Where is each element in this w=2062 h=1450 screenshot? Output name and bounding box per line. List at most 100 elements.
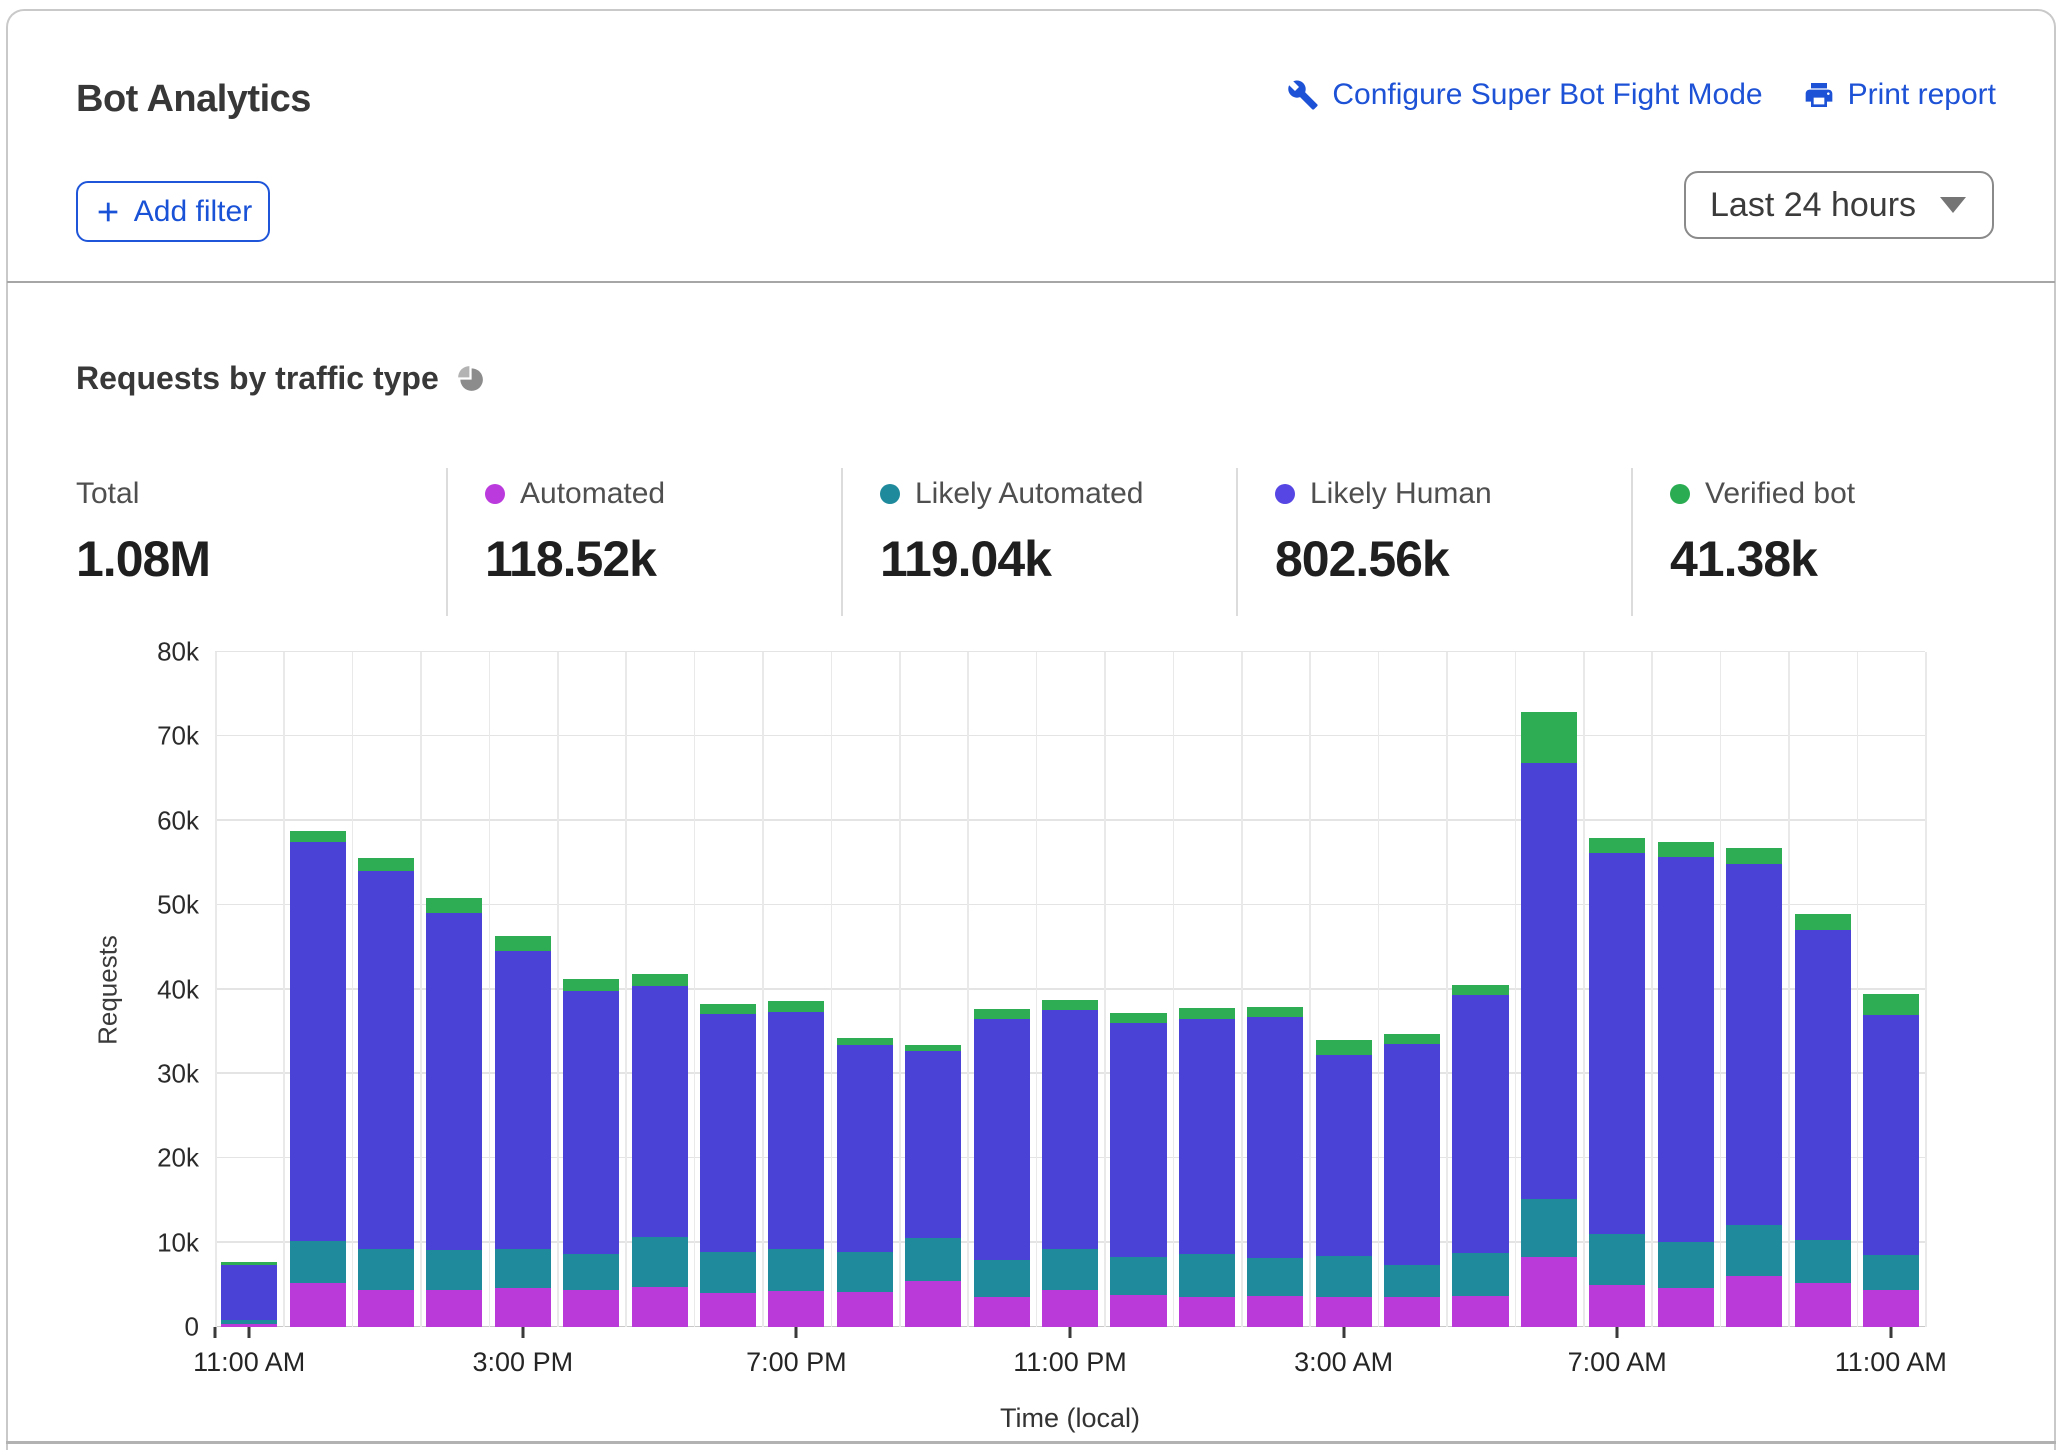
bar-segment-likely-human bbox=[837, 1045, 893, 1252]
bar-segment-likely-human bbox=[1316, 1055, 1372, 1256]
bar-segment-automated bbox=[221, 1324, 277, 1327]
bar-segment-likely-human bbox=[632, 986, 688, 1237]
stat-label: Total bbox=[76, 477, 139, 511]
bar-10-00-am-23 bbox=[1795, 914, 1851, 1327]
bar-5-00-pm-6 bbox=[632, 974, 688, 1327]
y-tick-label: 30k bbox=[157, 1058, 199, 1089]
bar-segment-likely-automated bbox=[905, 1238, 961, 1281]
stat-label: Automated bbox=[520, 477, 665, 511]
bar-segment-likely-automated bbox=[1110, 1257, 1166, 1295]
bar-segment-automated bbox=[358, 1290, 414, 1327]
bar-slot-11 bbox=[967, 652, 1035, 1327]
bar-segment-likely-automated bbox=[1658, 1242, 1714, 1288]
x-tick-label: 7:00 PM bbox=[746, 1347, 847, 1378]
stat-label-row: Likely Human bbox=[1275, 476, 1631, 512]
add-filter-button[interactable]: Add filter bbox=[76, 181, 270, 242]
time-range-dropdown[interactable]: Last 24 hours bbox=[1684, 171, 1994, 239]
bar-segment-verified-bot bbox=[1795, 914, 1851, 931]
bar-segment-likely-human bbox=[1726, 864, 1782, 1225]
stat-label-row: Total bbox=[76, 476, 446, 512]
bar-slot-18 bbox=[1446, 652, 1514, 1327]
stat-value: 41.38k bbox=[1670, 530, 2000, 588]
stat-total: Total1.08M bbox=[76, 468, 446, 616]
stat-label-row: Automated bbox=[485, 476, 841, 512]
bar-6-00-am-19 bbox=[1521, 712, 1577, 1327]
bar-3-00-pm-4 bbox=[495, 936, 551, 1328]
bar-segment-verified-bot bbox=[837, 1038, 893, 1046]
bar-segment-likely-automated bbox=[358, 1249, 414, 1290]
gridline-v bbox=[1925, 652, 1927, 1327]
bottom-divider bbox=[6, 1441, 2056, 1444]
bar-segment-automated bbox=[1589, 1285, 1645, 1327]
y-tick-label: 70k bbox=[157, 721, 199, 752]
printer-icon bbox=[1803, 79, 1835, 111]
bar-1-00-pm-2 bbox=[358, 858, 414, 1327]
bar-segment-automated bbox=[700, 1293, 756, 1327]
bar-2-00-pm-3 bbox=[426, 898, 482, 1327]
x-tick bbox=[1069, 1327, 1072, 1338]
legend-dot bbox=[1670, 484, 1690, 504]
bar-segment-automated bbox=[1179, 1297, 1235, 1327]
bar-slot-9 bbox=[831, 652, 899, 1327]
bar-slot-14 bbox=[1173, 652, 1241, 1327]
x-tick bbox=[521, 1327, 524, 1338]
bar-segment-likely-automated bbox=[426, 1250, 482, 1290]
bar-segment-verified-bot bbox=[1247, 1007, 1303, 1017]
bar-segment-likely-human bbox=[1589, 853, 1645, 1234]
bar-segment-likely-automated bbox=[974, 1260, 1030, 1297]
x-tick-label: 11:00 AM bbox=[193, 1347, 305, 1378]
bar-segment-likely-automated bbox=[1179, 1254, 1235, 1297]
bar-segment-verified-bot bbox=[1863, 994, 1919, 1015]
x-tick-label: 11:00 PM bbox=[1013, 1347, 1127, 1378]
bar-segment-likely-human bbox=[1452, 995, 1508, 1252]
stat-verified-bot[interactable]: Verified bot 41.38k bbox=[1631, 468, 2000, 616]
bar-segment-likely-human bbox=[221, 1265, 277, 1320]
stat-automated[interactable]: Automated118.52k bbox=[446, 468, 841, 616]
bar-segment-automated bbox=[768, 1291, 824, 1327]
y-tick-label: 80k bbox=[157, 637, 199, 668]
print-report-link[interactable]: Print report bbox=[1803, 78, 1996, 112]
bar-segment-likely-automated bbox=[1795, 1240, 1851, 1283]
x-tick-label: 11:00 AM bbox=[1835, 1347, 1947, 1378]
bar-segment-verified-bot bbox=[426, 898, 482, 913]
bar-1-00-am-14 bbox=[1179, 1008, 1235, 1327]
bar-segment-likely-human bbox=[1247, 1017, 1303, 1257]
bar-slot-6 bbox=[625, 652, 693, 1327]
legend-dot bbox=[1275, 484, 1295, 504]
stat-label: Likely Automated bbox=[915, 477, 1143, 511]
bar-segment-likely-human bbox=[905, 1051, 961, 1238]
bar-slot-1 bbox=[283, 652, 351, 1327]
bar-segment-likely-automated bbox=[563, 1254, 619, 1289]
bar-slot-20 bbox=[1583, 652, 1651, 1327]
x-tick-label: 3:00 AM bbox=[1294, 1347, 1393, 1378]
bar-segment-automated bbox=[1110, 1295, 1166, 1327]
bar-7-00-am-20 bbox=[1589, 838, 1645, 1327]
bar-7-00-pm-8 bbox=[768, 1001, 824, 1327]
page-title: Bot Analytics bbox=[76, 78, 311, 121]
bar-segment-likely-human bbox=[1384, 1044, 1440, 1265]
bar-segment-likely-human bbox=[700, 1014, 756, 1252]
configure-super-bot-fight-mode-link[interactable]: Configure Super Bot Fight Mode bbox=[1287, 78, 1762, 112]
bar-segment-automated bbox=[1521, 1257, 1577, 1327]
x-tick bbox=[1616, 1327, 1619, 1338]
bar-segment-verified-bot bbox=[632, 974, 688, 986]
stat-likely-human[interactable]: Likely Human802.56k bbox=[1236, 468, 1631, 616]
bot-analytics-page: Bot Analytics Configure Super Bot Fight … bbox=[0, 0, 2062, 1450]
bar-slot-3 bbox=[420, 652, 488, 1327]
bar-segment-verified-bot bbox=[1384, 1034, 1440, 1044]
bar-segment-likely-automated bbox=[1384, 1265, 1440, 1297]
bar-segment-automated bbox=[974, 1297, 1030, 1327]
bar-segment-automated bbox=[1316, 1297, 1372, 1327]
stat-likely-automated[interactable]: Likely Automated119.04k bbox=[841, 468, 1236, 616]
bar-3-00-am-16 bbox=[1316, 1040, 1372, 1327]
bar-12-00-am-13 bbox=[1110, 1013, 1166, 1327]
stat-label: Verified bot bbox=[1705, 477, 1855, 511]
time-range-value: Last 24 hours bbox=[1710, 186, 1916, 225]
bar-segment-verified-bot bbox=[1110, 1013, 1166, 1023]
bar-segment-likely-automated bbox=[1042, 1249, 1098, 1290]
bar-segment-likely-automated bbox=[700, 1252, 756, 1293]
bar-slot-7 bbox=[694, 652, 762, 1327]
bar-segment-verified-bot bbox=[1316, 1040, 1372, 1055]
x-tick-label: 7:00 AM bbox=[1568, 1347, 1667, 1378]
bar-slot-22 bbox=[1720, 652, 1788, 1327]
